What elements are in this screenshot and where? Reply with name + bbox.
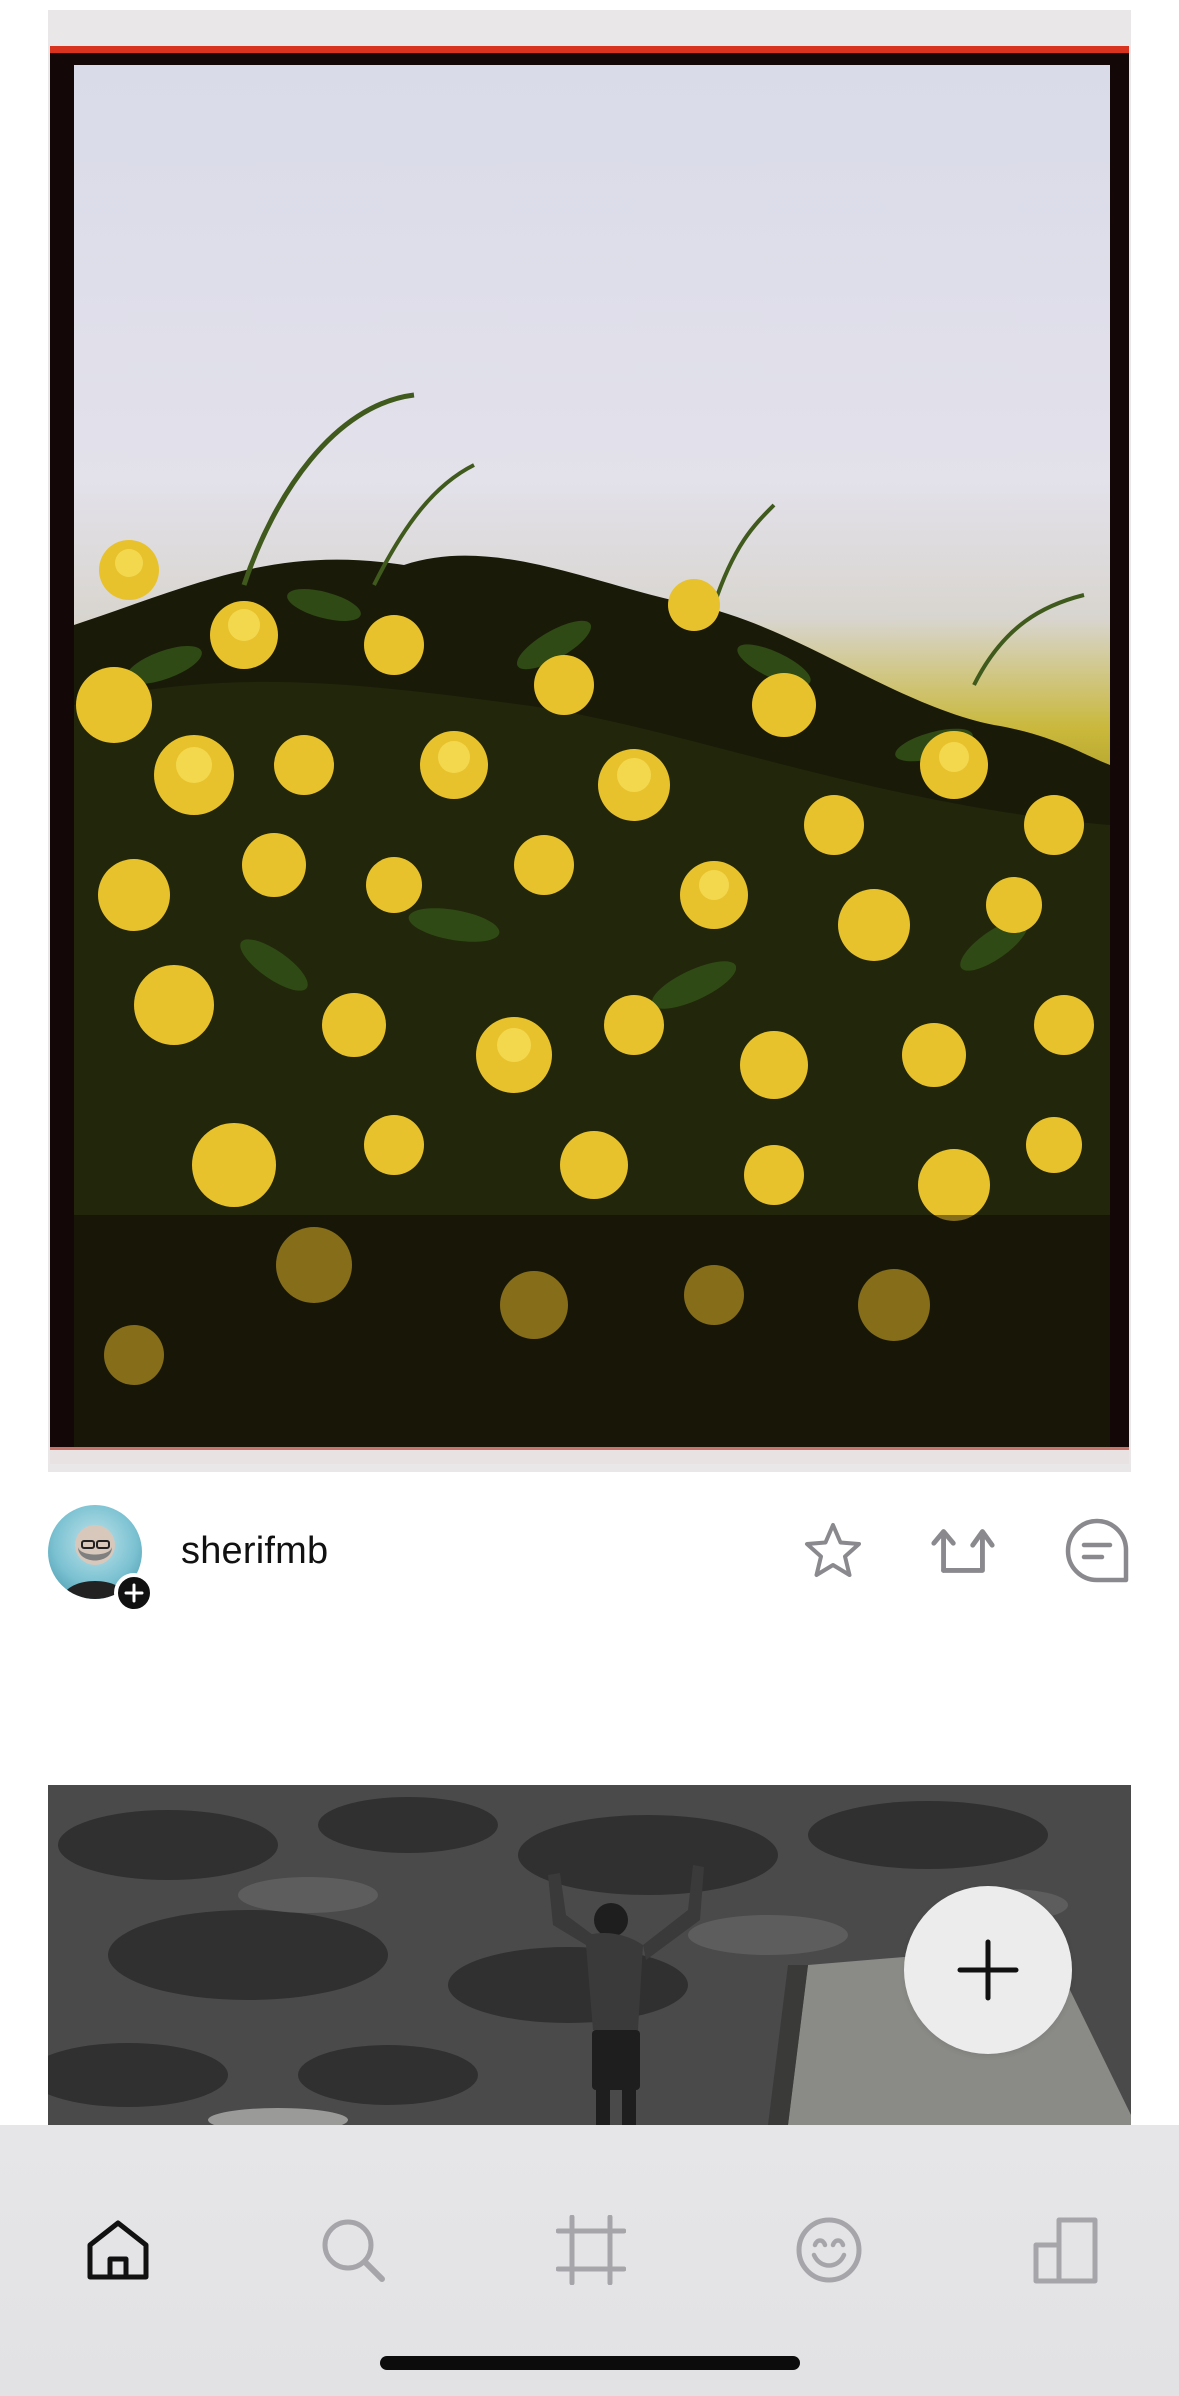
tab-home[interactable] (73, 2205, 163, 2295)
comment-icon (1065, 1518, 1129, 1583)
follow-button[interactable] (114, 1573, 154, 1613)
post-photo[interactable] (48, 10, 1131, 1472)
tab-crop[interactable] (546, 2205, 636, 2295)
smiley-icon (796, 2217, 862, 2283)
plus-icon (957, 1939, 1019, 2001)
home-indicator[interactable] (380, 2356, 800, 2370)
crop-icon (556, 2215, 626, 2285)
flowers-image (74, 65, 1110, 1450)
create-post-button[interactable] (904, 1886, 1072, 2054)
repost-icon (931, 1529, 995, 1573)
post-meta: sherifmb (48, 1500, 1132, 1613)
home-icon (87, 2220, 149, 2280)
tab-emoji[interactable] (784, 2205, 874, 2295)
favorite-button[interactable] (798, 1516, 868, 1586)
search-icon (322, 2219, 385, 2282)
flowers-illustration (74, 392, 1110, 1450)
building-icon (1033, 2217, 1098, 2284)
comment-button[interactable] (1062, 1516, 1132, 1586)
author-username[interactable]: sherifmb (181, 1530, 328, 1573)
tab-search[interactable] (308, 2205, 398, 2295)
author-avatar-wrap[interactable] (48, 1505, 154, 1613)
film-frame (50, 46, 1129, 1464)
star-icon (805, 1523, 861, 1577)
film-edge (50, 1447, 1129, 1464)
plus-icon (124, 1583, 144, 1603)
tab-profile[interactable] (1021, 2205, 1111, 2295)
repost-button[interactable] (928, 1516, 998, 1586)
